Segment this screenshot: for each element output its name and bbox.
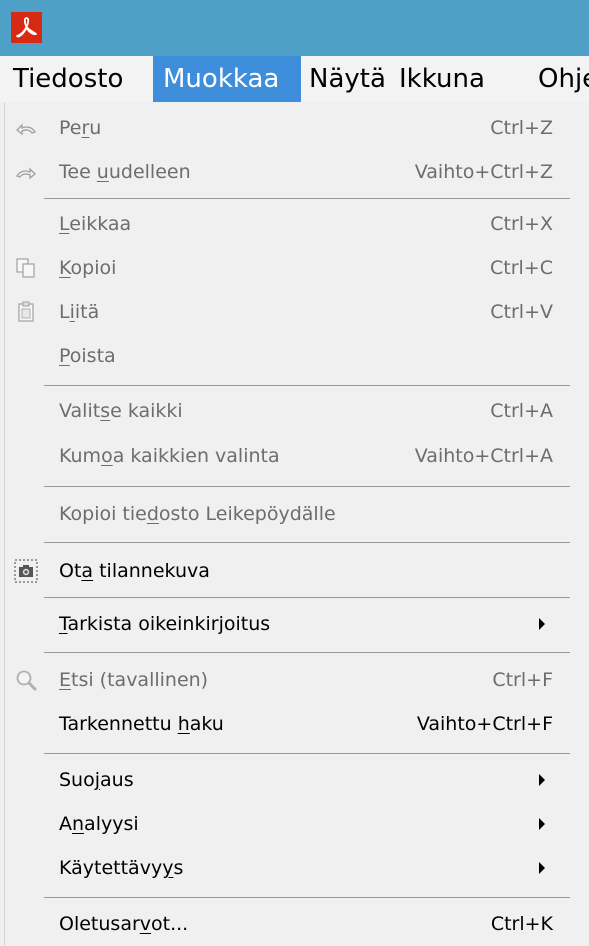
menu-item-copy[interactable]: Kopioi Ctrl+C <box>0 246 589 290</box>
menu-item-label: Suojaus <box>59 769 134 791</box>
menu-item-take-snapshot[interactable]: Ota tilannekuva <box>0 549 589 593</box>
menu-item-label: Kumoa kaikkien valinta <box>59 445 280 467</box>
menu-item-label: Tee uudelleen <box>59 161 191 183</box>
menu-ikkuna[interactable]: Ikkuna <box>399 56 485 102</box>
magnifier-icon <box>14 668 38 692</box>
camera-icon <box>14 559 38 583</box>
menu-item-label: Oletusarvot... <box>59 913 189 935</box>
menu-separator <box>44 542 570 543</box>
undo-icon <box>14 116 38 140</box>
acrobat-logo-icon[interactable] <box>11 12 42 43</box>
menu-item-label: Käytettävyys <box>59 857 184 879</box>
menu-item-label: Tarkista oikeinkirjoitus <box>59 613 271 635</box>
menu-separator <box>44 897 570 898</box>
shortcut-label: Ctrl+A <box>490 400 553 422</box>
title-bar <box>0 0 589 56</box>
submenu-arrow-icon <box>539 862 545 874</box>
menu-item-preferences[interactable]: Oletusarvot... Ctrl+K <box>0 902 589 946</box>
menu-item-label: Valitse kaikki <box>59 400 183 422</box>
menu-item-undo[interactable]: Peru Ctrl+Z <box>0 106 589 150</box>
menu-item-redo[interactable]: Tee uudelleen Vaihto+Ctrl+Z <box>0 150 589 194</box>
submenu-arrow-icon <box>539 774 545 786</box>
menu-item-delete[interactable]: Poista <box>0 334 589 378</box>
shortcut-label: Ctrl+X <box>490 213 553 235</box>
menu-item-label: Peru <box>59 117 102 139</box>
menu-separator <box>44 597 570 598</box>
shortcut-label: Ctrl+V <box>490 301 553 323</box>
shortcut-label: Ctrl+F <box>492 669 553 691</box>
menu-item-label: Kopioi <box>59 257 117 279</box>
menu-item-label: Ota tilannekuva <box>59 560 210 582</box>
menu-item-find[interactable]: Etsi (tavallinen) Ctrl+F <box>0 658 589 702</box>
menu-item-label: Poista <box>59 345 116 367</box>
menu-ohje[interactable]: Ohje <box>538 56 589 102</box>
menu-item-label: Kopioi tiedosto Leikepöydälle <box>59 503 336 525</box>
submenu-arrow-icon <box>539 618 545 630</box>
menu-item-spell-check[interactable]: Tarkista oikeinkirjoitus <box>0 602 589 646</box>
menu-item-label: Liitä <box>59 301 100 323</box>
menu-item-label: Etsi (tavallinen) <box>59 669 209 691</box>
menu-separator <box>44 198 570 199</box>
menu-muokkaa[interactable]: Muokkaa <box>153 56 301 102</box>
menu-item-copy-file-to-clipboard[interactable]: Kopioi tiedosto Leikepöydälle <box>0 492 589 536</box>
menu-item-protection[interactable]: Suojaus <box>0 758 589 802</box>
menu-item-label: Analyysi <box>59 813 139 835</box>
menu-item-select-all[interactable]: Valitse kaikki Ctrl+A <box>0 389 589 433</box>
menu-separator <box>44 486 570 487</box>
shortcut-label: Ctrl+C <box>490 257 553 279</box>
shortcut-label: Vaihto+Ctrl+A <box>414 445 553 467</box>
shortcut-label: Vaihto+Ctrl+F <box>416 713 553 735</box>
menu-item-label: Leikkaa <box>59 213 132 235</box>
menu-item-analysis[interactable]: Analyysi <box>0 802 589 846</box>
menu-item-deselect-all[interactable]: Kumoa kaikkien valinta Vaihto+Ctrl+A <box>0 434 589 478</box>
shortcut-label: Ctrl+Z <box>490 117 553 139</box>
menu-separator <box>44 385 570 386</box>
shortcut-label: Vaihto+Ctrl+Z <box>414 161 553 183</box>
redo-icon <box>14 160 38 184</box>
menu-item-advanced-search[interactable]: Tarkennettu haku Vaihto+Ctrl+F <box>0 702 589 746</box>
menu-nayta[interactable]: Näytä <box>309 56 386 102</box>
menu-item-cut[interactable]: Leikkaa Ctrl+X <box>0 202 589 246</box>
copy-icon <box>14 256 38 280</box>
shortcut-label: Ctrl+K <box>490 913 553 935</box>
menu-item-accessibility[interactable]: Käytettävyys <box>0 846 589 890</box>
clipboard-icon <box>14 300 38 324</box>
menu-item-label: Tarkennettu haku <box>59 713 224 735</box>
menu-separator <box>44 652 570 653</box>
menu-separator <box>44 753 570 754</box>
menu-item-paste[interactable]: Liitä Ctrl+V <box>0 290 589 334</box>
submenu-arrow-icon <box>539 818 545 830</box>
menu-tiedosto[interactable]: Tiedosto <box>13 56 123 102</box>
menu-bar: Tiedosto Muokkaa Näytä Ikkuna Ohje <box>0 56 589 102</box>
